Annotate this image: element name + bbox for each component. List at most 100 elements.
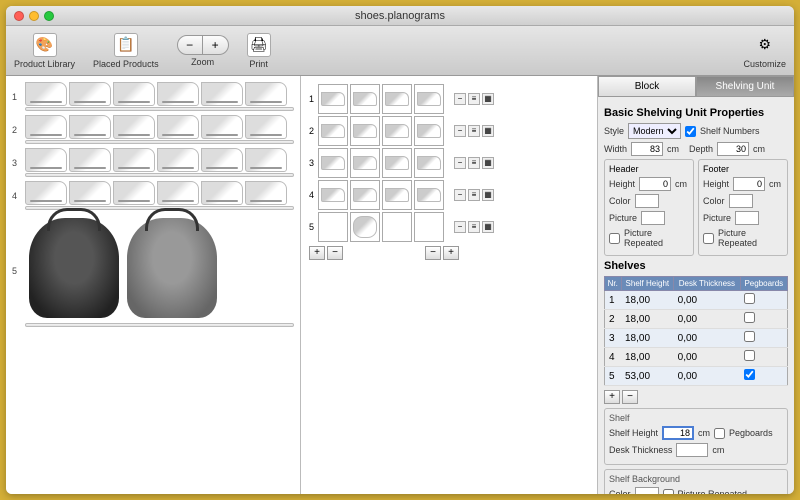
footer-height-field[interactable] bbox=[733, 177, 765, 191]
row-menu-icon[interactable]: ▦ bbox=[482, 157, 494, 169]
row-minus-button[interactable]: − bbox=[454, 189, 466, 201]
header-color-swatch[interactable] bbox=[635, 194, 659, 208]
shelf-add-button[interactable]: + bbox=[604, 390, 620, 404]
grid-add-row-button[interactable]: + bbox=[309, 246, 325, 260]
grid-cell[interactable] bbox=[350, 84, 380, 114]
backpack-product[interactable] bbox=[29, 218, 119, 318]
row-minus-button[interactable]: − bbox=[454, 93, 466, 105]
shelf-remove-button[interactable]: − bbox=[622, 390, 638, 404]
properties-pane: Block Shelving Unit Basic Shelving Unit … bbox=[598, 76, 794, 494]
pegboard-checkbox[interactable] bbox=[744, 312, 755, 323]
grid-cell[interactable] bbox=[350, 148, 380, 178]
grid-remove-row-button[interactable]: − bbox=[327, 246, 343, 260]
grid-cell[interactable] bbox=[350, 180, 380, 210]
shelf-row[interactable]: 3 bbox=[12, 148, 294, 177]
pegboard-checkbox[interactable] bbox=[744, 331, 755, 342]
table-row[interactable]: 553,000,00 bbox=[605, 367, 788, 386]
grid-cell[interactable] bbox=[382, 180, 412, 210]
desk-thickness-field[interactable] bbox=[676, 443, 708, 457]
tab-shelving-unit[interactable]: Shelving Unit bbox=[696, 76, 794, 97]
shelf-numbers-checkbox[interactable] bbox=[685, 126, 696, 137]
row-menu-icon[interactable]: ▦ bbox=[482, 189, 494, 201]
grid-cell[interactable] bbox=[350, 116, 380, 146]
grid-cell[interactable] bbox=[382, 116, 412, 146]
row-menu-icon[interactable]: ▦ bbox=[482, 93, 494, 105]
table-row[interactable]: 418,000,00 bbox=[605, 348, 788, 367]
shelf-row[interactable]: 5 bbox=[12, 214, 294, 327]
grid-cell[interactable] bbox=[318, 148, 348, 178]
grid-cell[interactable] bbox=[414, 212, 444, 242]
product-grid: −≡▦ −≡▦ −≡▦ −≡▦ −≡▦ bbox=[318, 84, 494, 242]
grid-cell[interactable] bbox=[414, 180, 444, 210]
list-icon: 📋 bbox=[114, 33, 138, 57]
backpack-product[interactable] bbox=[127, 218, 217, 318]
shelf-height-field[interactable] bbox=[662, 426, 694, 440]
grid-cell[interactable] bbox=[318, 180, 348, 210]
shelf-row[interactable]: 1 bbox=[12, 82, 294, 111]
row-menu-icon[interactable]: ▦ bbox=[482, 221, 494, 233]
row-align-icon[interactable]: ≡ bbox=[468, 93, 480, 105]
zoom-out-button[interactable]: − bbox=[177, 35, 203, 55]
minimize-icon[interactable] bbox=[29, 11, 39, 21]
grid-cell[interactable] bbox=[414, 116, 444, 146]
shelf-preview-pane: 1 2 3 4 bbox=[6, 76, 301, 494]
shelf-row[interactable]: 4 bbox=[12, 181, 294, 210]
grid-cell[interactable] bbox=[382, 148, 412, 178]
grid-remove-col-button[interactable]: − bbox=[425, 246, 441, 260]
window-controls bbox=[14, 11, 54, 21]
print-icon: 🖨 bbox=[247, 33, 271, 57]
grid-cell[interactable] bbox=[414, 84, 444, 114]
grid-add-col-button[interactable]: + bbox=[443, 246, 459, 260]
pegboard-checkbox[interactable] bbox=[744, 369, 755, 380]
row-minus-button[interactable]: − bbox=[454, 221, 466, 233]
zoom-control: − + Zoom bbox=[177, 35, 229, 67]
shelf-pegboards-checkbox[interactable] bbox=[714, 428, 725, 439]
depth-field[interactable] bbox=[717, 142, 749, 156]
close-icon[interactable] bbox=[14, 11, 24, 21]
toolbar: 🎨 Product Library 📋 Placed Products − + … bbox=[6, 26, 794, 76]
zoom-icon[interactable] bbox=[44, 11, 54, 21]
placed-products-button[interactable]: 📋 Placed Products bbox=[93, 33, 159, 69]
row-minus-button[interactable]: − bbox=[454, 157, 466, 169]
grid-cell[interactable] bbox=[318, 116, 348, 146]
width-field[interactable] bbox=[631, 142, 663, 156]
section-title: Basic Shelving Unit Properties bbox=[604, 107, 788, 119]
row-minus-button[interactable]: − bbox=[454, 125, 466, 137]
bg-repeat-checkbox[interactable] bbox=[663, 489, 674, 495]
row-align-icon[interactable]: ≡ bbox=[468, 157, 480, 169]
table-row[interactable]: 118,000,00 bbox=[605, 291, 788, 310]
table-row[interactable]: 318,000,00 bbox=[605, 329, 788, 348]
grid-cell[interactable] bbox=[382, 212, 412, 242]
header-height-field[interactable] bbox=[639, 177, 671, 191]
row-align-icon[interactable]: ≡ bbox=[468, 221, 480, 233]
header-picture-well[interactable] bbox=[641, 211, 665, 225]
row-align-icon[interactable]: ≡ bbox=[468, 189, 480, 201]
grid-cell[interactable] bbox=[414, 148, 444, 178]
grid-pane: 1 2 3 4 5 −≡▦ −≡▦ −≡▦ −≡▦ −≡▦ +− −+ bbox=[301, 76, 598, 494]
product-library-button[interactable]: 🎨 Product Library bbox=[14, 33, 75, 69]
footer-color-swatch[interactable] bbox=[729, 194, 753, 208]
table-row[interactable]: 218,000,00 bbox=[605, 310, 788, 329]
grid-cell[interactable] bbox=[318, 212, 348, 242]
titlebar: shoes.planograms bbox=[6, 6, 794, 26]
section-title: Shelves bbox=[604, 260, 788, 272]
grid-cell[interactable] bbox=[350, 212, 380, 242]
header-repeat-checkbox[interactable] bbox=[609, 233, 620, 244]
shelf-row[interactable]: 2 bbox=[12, 115, 294, 144]
zoom-in-button[interactable]: + bbox=[203, 35, 229, 55]
customize-button[interactable]: ⚙ Customize bbox=[743, 33, 786, 69]
grid-cell[interactable] bbox=[382, 84, 412, 114]
print-button[interactable]: 🖨 Print bbox=[247, 33, 271, 69]
pegboard-checkbox[interactable] bbox=[744, 350, 755, 361]
bg-color-swatch[interactable] bbox=[635, 487, 659, 494]
window-title: shoes.planograms bbox=[355, 10, 445, 22]
footer-repeat-checkbox[interactable] bbox=[703, 233, 714, 244]
style-select[interactable]: Modern bbox=[628, 123, 681, 139]
app-window: shoes.planograms 🎨 Product Library 📋 Pla… bbox=[6, 6, 794, 494]
pegboard-checkbox[interactable] bbox=[744, 293, 755, 304]
grid-cell[interactable] bbox=[318, 84, 348, 114]
tab-block[interactable]: Block bbox=[598, 76, 696, 97]
row-menu-icon[interactable]: ▦ bbox=[482, 125, 494, 137]
row-align-icon[interactable]: ≡ bbox=[468, 125, 480, 137]
footer-picture-well[interactable] bbox=[735, 211, 759, 225]
